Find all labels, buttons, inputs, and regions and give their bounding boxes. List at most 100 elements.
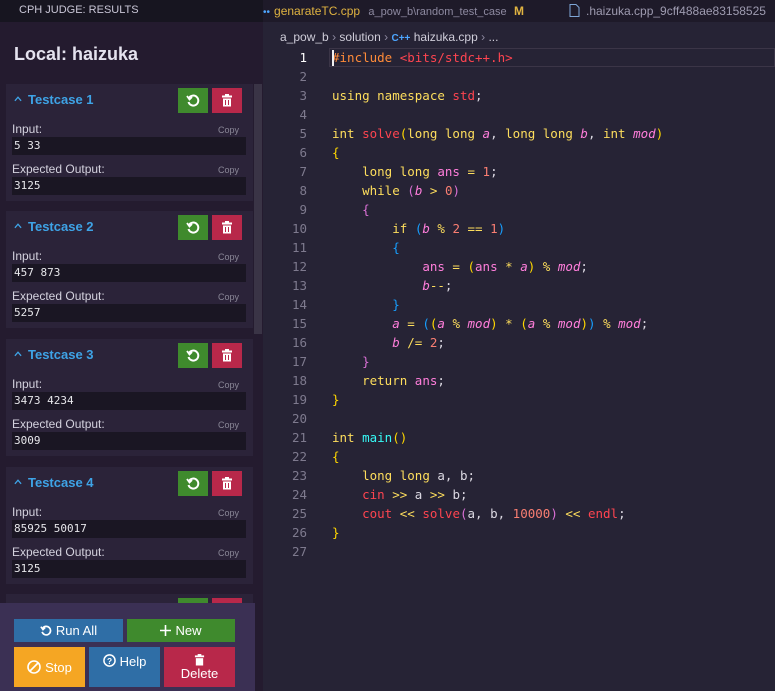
delete-testcase-button[interactable] — [212, 343, 242, 368]
line-number: 23 — [291, 468, 307, 483]
stop-button[interactable]: Stop — [14, 647, 85, 687]
chevron-up-icon — [14, 479, 22, 485]
breadcrumb-folder[interactable]: solution — [339, 30, 380, 44]
copy-input-link[interactable]: Copy — [218, 252, 239, 262]
delete-all-button[interactable]: Delete — [164, 647, 235, 687]
modified-badge: M — [513, 4, 524, 18]
line-number: 15 — [291, 316, 307, 331]
code-line-18[interactable]: return ans; — [332, 373, 445, 388]
testcase-toggle-3[interactable]: Testcase 3 — [14, 347, 94, 362]
line-number: 10 — [291, 221, 307, 236]
rerun-icon — [186, 221, 200, 233]
expected-output-value[interactable]: 3125 — [12, 177, 246, 195]
code-line-15[interactable]: a = ((a % mod) * (a % mod)) % mod; — [332, 316, 648, 331]
input-value[interactable]: 85925 50017 — [12, 520, 246, 538]
rerun-button[interactable] — [178, 343, 208, 368]
code-line-17[interactable]: } — [332, 354, 370, 369]
tab-haizuka-temp[interactable]: .haizuka.cpp_9cff488ae83158525 — [569, 0, 766, 22]
code-line-22[interactable]: { — [332, 449, 340, 464]
code-line-25[interactable]: cout << solve(a, b, 10000) << endl; — [332, 506, 626, 521]
line-number: 25 — [291, 506, 307, 521]
copy-output-link[interactable]: Copy — [218, 548, 239, 558]
help-label: Help — [119, 654, 147, 669]
line-number: 24 — [291, 487, 307, 502]
testcase-title: Testcase 1 — [28, 92, 94, 107]
breadcrumb-folder[interactable]: a_pow_b — [280, 30, 329, 44]
svg-text:?: ? — [107, 656, 112, 666]
expected-output-value[interactable]: 3125 — [12, 560, 246, 578]
rerun-icon — [40, 625, 52, 636]
code-line-5[interactable]: int solve(long long a, long long b, int … — [332, 126, 663, 141]
code-line-7[interactable]: long long ans = 1; — [332, 164, 498, 179]
rerun-button[interactable] — [178, 88, 208, 113]
code-line-19[interactable]: } — [332, 392, 340, 407]
testcase-toggle-1[interactable]: Testcase 1 — [14, 92, 94, 107]
line-number: 13 — [291, 278, 307, 293]
line-number: 14 — [291, 297, 307, 312]
delete-testcase-button[interactable] — [212, 88, 242, 113]
testcase-card-4: Testcase 4 Input: Copy 85925 50017 Expec… — [6, 467, 253, 584]
input-value[interactable]: 3473 4234 — [12, 392, 246, 410]
new-testcase-button[interactable]: New — [127, 619, 235, 642]
line-number: 12 — [291, 259, 307, 274]
code-line-16[interactable]: b /= 2; — [332, 335, 445, 350]
code-line-13[interactable]: b--; — [332, 278, 452, 293]
input-label: Input: — [12, 377, 43, 391]
breadcrumb-symbol[interactable]: ... — [488, 30, 498, 44]
testcase-toggle-2[interactable]: Testcase 2 — [14, 219, 94, 234]
delete-testcase-button[interactable] — [212, 215, 242, 240]
copy-input-link[interactable]: Copy — [218, 380, 239, 390]
chevron-up-icon — [14, 96, 22, 102]
line-number: 26 — [291, 525, 307, 540]
rerun-button[interactable] — [178, 471, 208, 496]
run-all-label: Run All — [55, 623, 98, 638]
input-value[interactable]: 5 33 — [12, 137, 246, 155]
copy-output-link[interactable]: Copy — [218, 292, 239, 302]
input-label: Input: — [12, 505, 43, 519]
help-icon: ? — [102, 654, 116, 667]
chevron-right-icon: › — [481, 30, 486, 44]
input-value[interactable]: 457 873 — [12, 264, 246, 282]
copy-output-link[interactable]: Copy — [218, 165, 239, 175]
code-editor[interactable]: 1 2 3 4 5 6 7 8 9 10 11 12 13 14 15 16 17 18 19 20 21 22 23 24 2… — [263, 48, 775, 691]
rerun-button[interactable] — [178, 215, 208, 240]
trash-icon — [222, 94, 232, 107]
rerun-icon — [186, 477, 200, 489]
tab-genaratetc[interactable]: •• genarateTC.cpp a_pow_b\random_test_cas… — [263, 0, 524, 22]
code-line-8[interactable]: while (b > 0) — [332, 183, 460, 198]
code-line-10[interactable]: if (b % 2 == 1) — [332, 221, 505, 236]
copy-input-link[interactable]: Copy — [218, 125, 239, 135]
copy-output-link[interactable]: Copy — [218, 420, 239, 430]
help-button[interactable]: ? Help — [89, 647, 160, 687]
code-line-26[interactable]: } — [332, 525, 340, 540]
code-line-23[interactable]: long long a, b; — [332, 468, 475, 483]
line-number: 6 — [299, 145, 307, 160]
expected-output-value[interactable]: 5257 — [12, 304, 246, 322]
code-line-11[interactable]: { — [332, 240, 400, 255]
testcase-title: Testcase 2 — [28, 219, 94, 234]
chevron-up-icon — [14, 351, 22, 357]
code-line-21[interactable]: int main() — [332, 430, 407, 445]
stop-label: Stop — [45, 659, 72, 675]
delete-testcase-button[interactable] — [212, 471, 242, 496]
tab-file-name: .haizuka.cpp_9cff488ae83158525 — [586, 4, 766, 18]
code-line-6[interactable]: { — [332, 145, 340, 160]
code-line-24[interactable]: cin >> a >> b; — [332, 487, 467, 502]
file-icon — [569, 4, 580, 17]
testcase-card-2: Testcase 2 Input: Copy 457 873 Expected … — [6, 211, 253, 328]
code-line-1[interactable]: #include <bits/stdc++.h> — [332, 50, 513, 65]
code-line-9[interactable]: { — [332, 202, 370, 217]
testcase-toggle-4[interactable]: Testcase 4 — [14, 475, 94, 490]
run-all-button[interactable]: Run All — [14, 619, 123, 642]
code-line-12[interactable]: ans = (ans * a) % mod; — [332, 259, 588, 274]
panel-scrollbar[interactable] — [254, 84, 262, 334]
code-line-3[interactable]: using namespace std; — [332, 88, 483, 103]
trash-icon — [222, 477, 232, 490]
expected-output-value[interactable]: 3009 — [12, 432, 246, 450]
line-number: 11 — [291, 240, 307, 255]
copy-input-link[interactable]: Copy — [218, 508, 239, 518]
breadcrumb-file[interactable]: haizuka.cpp — [414, 30, 478, 44]
code-line-14[interactable]: } — [332, 297, 400, 312]
cph-judge-panel: CPH JUDGE: RESULTS Local: haizuka Testca… — [0, 0, 263, 691]
trash-icon — [222, 349, 232, 362]
